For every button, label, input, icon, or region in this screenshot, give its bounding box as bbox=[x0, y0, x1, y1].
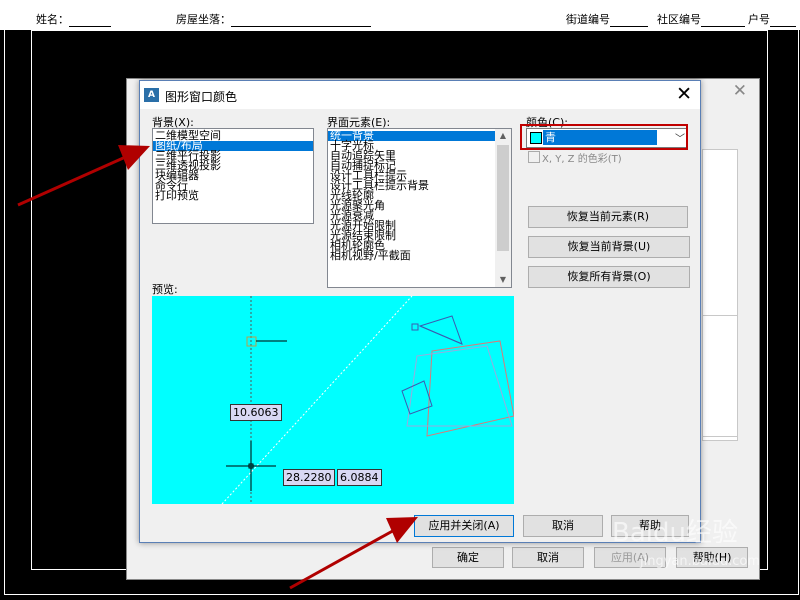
baidu-watermark-url: jingyan.baidu.com bbox=[640, 554, 760, 569]
element-item[interactable]: 相机视野/平截面 bbox=[328, 250, 511, 261]
name-label: 姓名： bbox=[36, 13, 69, 26]
context-item[interactable]: 打印预览 bbox=[153, 190, 313, 201]
restore-current-context-button[interactable]: 恢复当前背景(U) bbox=[528, 236, 690, 258]
preview-canvas: 10.6063 28.2280 6.0884 bbox=[152, 296, 514, 504]
baidu-watermark: Baidu经验 bbox=[612, 518, 738, 548]
dialog-titlebar: A 图形窗口颜色 ✕ bbox=[140, 81, 700, 109]
preview-dimension-y: 10.6063 bbox=[230, 404, 282, 421]
xyz-tint-label: X, Y, Z 的色彩(T) bbox=[542, 154, 622, 165]
preview-label: 预览: bbox=[152, 283, 178, 296]
restore-all-contexts-button[interactable]: 恢复所有背景(O) bbox=[528, 266, 690, 288]
close-icon[interactable]: ✕ bbox=[676, 84, 692, 104]
restore-current-element-button[interactable]: 恢复当前元素(R) bbox=[528, 206, 688, 228]
name-field: 姓名： bbox=[36, 11, 111, 27]
scroll-thumb[interactable] bbox=[497, 145, 509, 251]
street-field: 街道编号 bbox=[566, 11, 648, 27]
house-field: 房屋坐落： bbox=[176, 11, 371, 27]
apply-and-close-button[interactable]: 应用并关闭(A) bbox=[414, 515, 514, 537]
options-close-icon[interactable]: ✕ bbox=[733, 81, 747, 101]
scroll-up-icon[interactable]: ▲ bbox=[495, 129, 511, 143]
community-label: 社区编号 bbox=[657, 13, 701, 26]
options-panel-lower bbox=[702, 315, 738, 437]
options-ok-button[interactable]: 确定 bbox=[432, 547, 504, 568]
interface-element-listbox[interactable]: 统一背景 十字光标 自动追踪矢里 自动捕捉标记 设计工具栏提示 设计工具栏提示背景 光线轮廓… bbox=[327, 128, 512, 288]
street-label: 街道编号 bbox=[566, 13, 610, 26]
house-label: 房屋坐落： bbox=[176, 13, 231, 26]
scroll-down-icon[interactable]: ▼ bbox=[495, 273, 511, 287]
color-highlight-box bbox=[520, 124, 688, 150]
options-cancel-button[interactable]: 取消 bbox=[512, 547, 584, 568]
element-scrollbar[interactable]: ▲ ▼ bbox=[495, 129, 511, 287]
dialog-title: 图形窗口颜色 bbox=[165, 90, 238, 104]
autocad-icon: A bbox=[144, 88, 159, 102]
unit-label: 户号 bbox=[748, 13, 770, 26]
preview-dimension-x: 28.2280 bbox=[283, 469, 335, 486]
unit-field: 户号 bbox=[748, 11, 796, 27]
form-header-strip: 姓名： 房屋坐落： 街道编号 社区编号 户号 bbox=[0, 0, 800, 30]
community-field: 社区编号 bbox=[657, 11, 745, 27]
xyz-tint-checkbox[interactable] bbox=[528, 151, 540, 163]
context-listbox[interactable]: 二维模型空间 图纸/布局 三维平行投影 三维透视投影 块编辑器 命令行 打印预览 bbox=[152, 128, 314, 224]
preview-dimension-z: 6.0884 bbox=[337, 469, 382, 486]
cancel-button[interactable]: 取消 bbox=[523, 515, 603, 537]
